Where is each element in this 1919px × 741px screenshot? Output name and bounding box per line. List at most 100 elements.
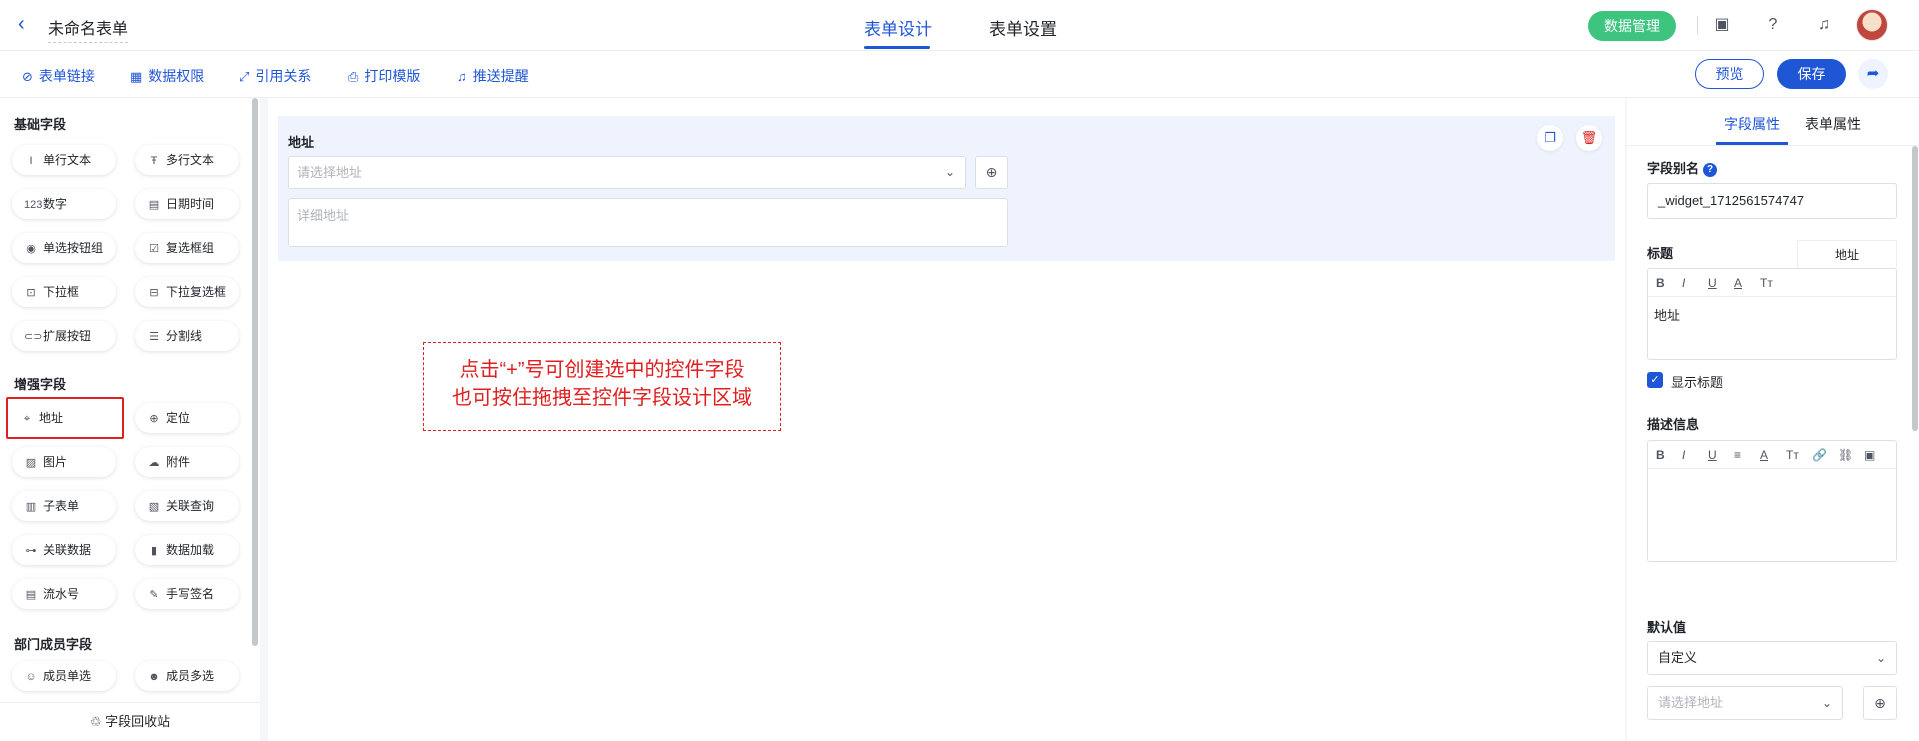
bold-icon[interactable]: B — [1656, 269, 1682, 297]
help-icon[interactable]: ? — [1703, 163, 1718, 177]
font-color-icon[interactable]: A — [1734, 269, 1760, 297]
property-panel: 字段属性 表单属性 字段别名? _widget_1712561574747 标题… — [1627, 98, 1919, 741]
share-icon[interactable]: ➦ — [1858, 59, 1888, 89]
font-size-icon[interactable]: Tт — [1786, 441, 1812, 469]
field-dropdown-multi[interactable]: ⊟ 下拉复选框 — [135, 277, 239, 307]
tab-form-settings[interactable]: 表单设置 — [989, 15, 1057, 40]
description-editor-content[interactable] — [1648, 469, 1896, 485]
field-number[interactable]: 123数字 — [12, 189, 116, 219]
pen-icon: ✎ — [149, 589, 159, 601]
field-dropdown[interactable]: ⊡ 下拉框 — [12, 277, 116, 307]
image-icon[interactable]: ▣ — [1864, 441, 1890, 469]
recycle-bin-button[interactable]: ♲ 字段回收站 — [0, 702, 260, 741]
address-field-card[interactable]: 地址 请选择地址 ⌄ ⊕ 详细地址 ❐ 🗑 — [278, 116, 1615, 261]
map-pin-icon: ⌖ — [23, 413, 31, 425]
hint-line-2: 也可按住拖拽至控件字段设计区域 — [452, 387, 752, 409]
contacts-icon[interactable]: ▣ — [1710, 13, 1734, 37]
unlink-icon[interactable]: ⛓ — [1838, 441, 1864, 469]
align-icon[interactable]: ≡ — [1734, 441, 1760, 469]
field-data-load[interactable]: ▮ 数据加载 — [135, 535, 239, 565]
data-manage-button[interactable]: 数据管理 — [1588, 11, 1676, 41]
form-link-button[interactable]: ⊘ 表单链接 — [22, 66, 95, 86]
preview-button[interactable]: 预览 — [1695, 59, 1764, 89]
underline-icon[interactable]: U — [1708, 441, 1734, 469]
cloud-upload-icon: ☁ — [148, 457, 160, 469]
field-signature[interactable]: ✎ 手写签名 — [135, 579, 239, 609]
drag-hint-box: 点击“+”号可创建选中的控件字段 也可按住拖拽至控件字段设计区域 — [423, 342, 781, 431]
title-editor-toolbar: B I U A Tт — [1648, 269, 1896, 297]
toolbar: ⊘ 表单链接 ▦ 数据权限 ⤢ 引用关系 ⎙ 打印模版 ♫ 推送提醒 预览 保存 ➦ — [0, 51, 1919, 98]
link-icon: ⊘ — [22, 69, 33, 84]
active-tab-indicator — [864, 46, 930, 49]
relation-icon: ⤢ — [239, 69, 250, 84]
alias-input[interactable]: _widget_1712561574747 — [1647, 183, 1897, 219]
permission-icon: ▦ — [130, 69, 143, 84]
description-editor[interactable]: B I U ≡ A Tт 🔗 ⛓ ▣ — [1647, 440, 1897, 562]
field-divider[interactable]: ☰ 分割线 — [135, 321, 239, 351]
detail-address-textarea[interactable]: 详细地址 — [288, 198, 1008, 247]
title-editor-content[interactable]: 地址 — [1648, 297, 1896, 332]
tab-form-design[interactable]: 表单设计 — [864, 15, 932, 40]
avatar[interactable] — [1856, 9, 1888, 41]
tab-form-properties[interactable]: 表单属性 — [1805, 114, 1861, 134]
field-address[interactable]: ⌖ 地址 — [6, 397, 124, 439]
link-icon[interactable]: 🔗 — [1812, 441, 1838, 469]
field-location[interactable]: ⊕ 定位 — [135, 403, 239, 433]
right-scrollbar[interactable] — [1912, 146, 1918, 431]
field-checkbox-group[interactable]: ☑ 复选框组 — [135, 233, 239, 263]
tab-field-properties[interactable]: 字段属性 — [1724, 114, 1780, 134]
font-color-icon[interactable]: A — [1760, 441, 1786, 469]
title-label: 标题 — [1647, 246, 1674, 261]
help-icon[interactable]: ? — [1761, 13, 1785, 37]
show-title-checkbox[interactable]: ✓ — [1647, 372, 1663, 388]
field-member-single[interactable]: ☺ 成员单选 — [12, 661, 116, 691]
text-cursor-icon: I — [29, 155, 33, 167]
locate-crosshair-icon[interactable]: ⊕ — [975, 156, 1008, 189]
field-multi-line-text[interactable]: Ŧ 多行文本 — [135, 145, 239, 175]
field-extension-button[interactable]: ⊂⊃扩展按钮 — [12, 321, 116, 351]
form-name[interactable]: 未命名表单 — [48, 15, 129, 43]
section-title-enhanced: 增强字段 — [14, 377, 67, 392]
back-chevron-left-icon[interactable]: ‹ — [18, 13, 25, 36]
section-title-members: 部门成员字段 — [14, 637, 93, 652]
push-reminder-button[interactable]: ♫ 推送提醒 — [457, 66, 529, 86]
default-address-select[interactable]: 请选择地址 ⌄ — [1647, 686, 1843, 720]
field-single-line-text[interactable]: I 单行文本 — [12, 145, 116, 175]
italic-icon[interactable]: I — [1682, 269, 1708, 297]
serial-number-icon: ▤ — [25, 589, 37, 601]
left-scrollbar[interactable] — [252, 98, 258, 646]
field-serial-number[interactable]: ▤ 流水号 — [12, 579, 116, 609]
field-image[interactable]: ▨ 图片 — [12, 447, 116, 477]
locate-crosshair-icon[interactable]: ⊕ — [1863, 686, 1897, 720]
alias-label: 字段别名? — [1647, 158, 1718, 177]
image-icon: ▨ — [25, 457, 37, 469]
linked-query-icon: ▧ — [148, 501, 160, 513]
save-button[interactable]: 保存 — [1777, 59, 1846, 89]
field-linked-data[interactable]: ⊶ 关联数据 — [12, 535, 116, 565]
print-template-button[interactable]: ⎙ 打印模版 — [348, 66, 420, 86]
field-subform[interactable]: ▥ 子表单 — [12, 491, 116, 521]
font-size-icon[interactable]: Tт — [1760, 269, 1786, 297]
bell-icon[interactable]: ♫ — [1812, 13, 1836, 37]
address-select[interactable]: 请选择地址 ⌄ — [288, 156, 966, 189]
field-attachment[interactable]: ☁ 附件 — [135, 447, 239, 477]
field-member-multi[interactable]: ☻ 成员多选 — [135, 661, 239, 691]
italic-icon[interactable]: I — [1682, 441, 1708, 469]
field-datetime[interactable]: ▤ 日期时间 — [135, 189, 239, 219]
radio-icon: ◉ — [26, 243, 36, 255]
title-language-tab[interactable]: 地址 — [1797, 240, 1897, 268]
title-editor[interactable]: B I U A Tт 地址 — [1647, 268, 1897, 360]
data-permission-button[interactable]: ▦ 数据权限 — [130, 66, 204, 86]
field-radio-group[interactable]: ◉ 单选按钮组 — [12, 233, 116, 263]
default-mode-select[interactable]: 自定义 ⌄ — [1647, 641, 1897, 675]
bold-icon[interactable]: B — [1656, 441, 1682, 469]
trash-icon[interactable]: 🗑 — [1576, 125, 1602, 151]
pill-button-icon: ⊂⊃ — [24, 331, 43, 343]
divider — [1697, 16, 1698, 34]
copy-icon[interactable]: ❐ — [1537, 125, 1563, 151]
field-linked-query[interactable]: ▧ 关联查询 — [135, 491, 239, 521]
underline-icon[interactable]: U — [1708, 269, 1734, 297]
reference-button[interactable]: ⤢ 引用关系 — [239, 66, 311, 86]
default-value-label: 默认值 — [1647, 620, 1687, 635]
show-title-label: 显示标题 — [1671, 375, 1724, 390]
